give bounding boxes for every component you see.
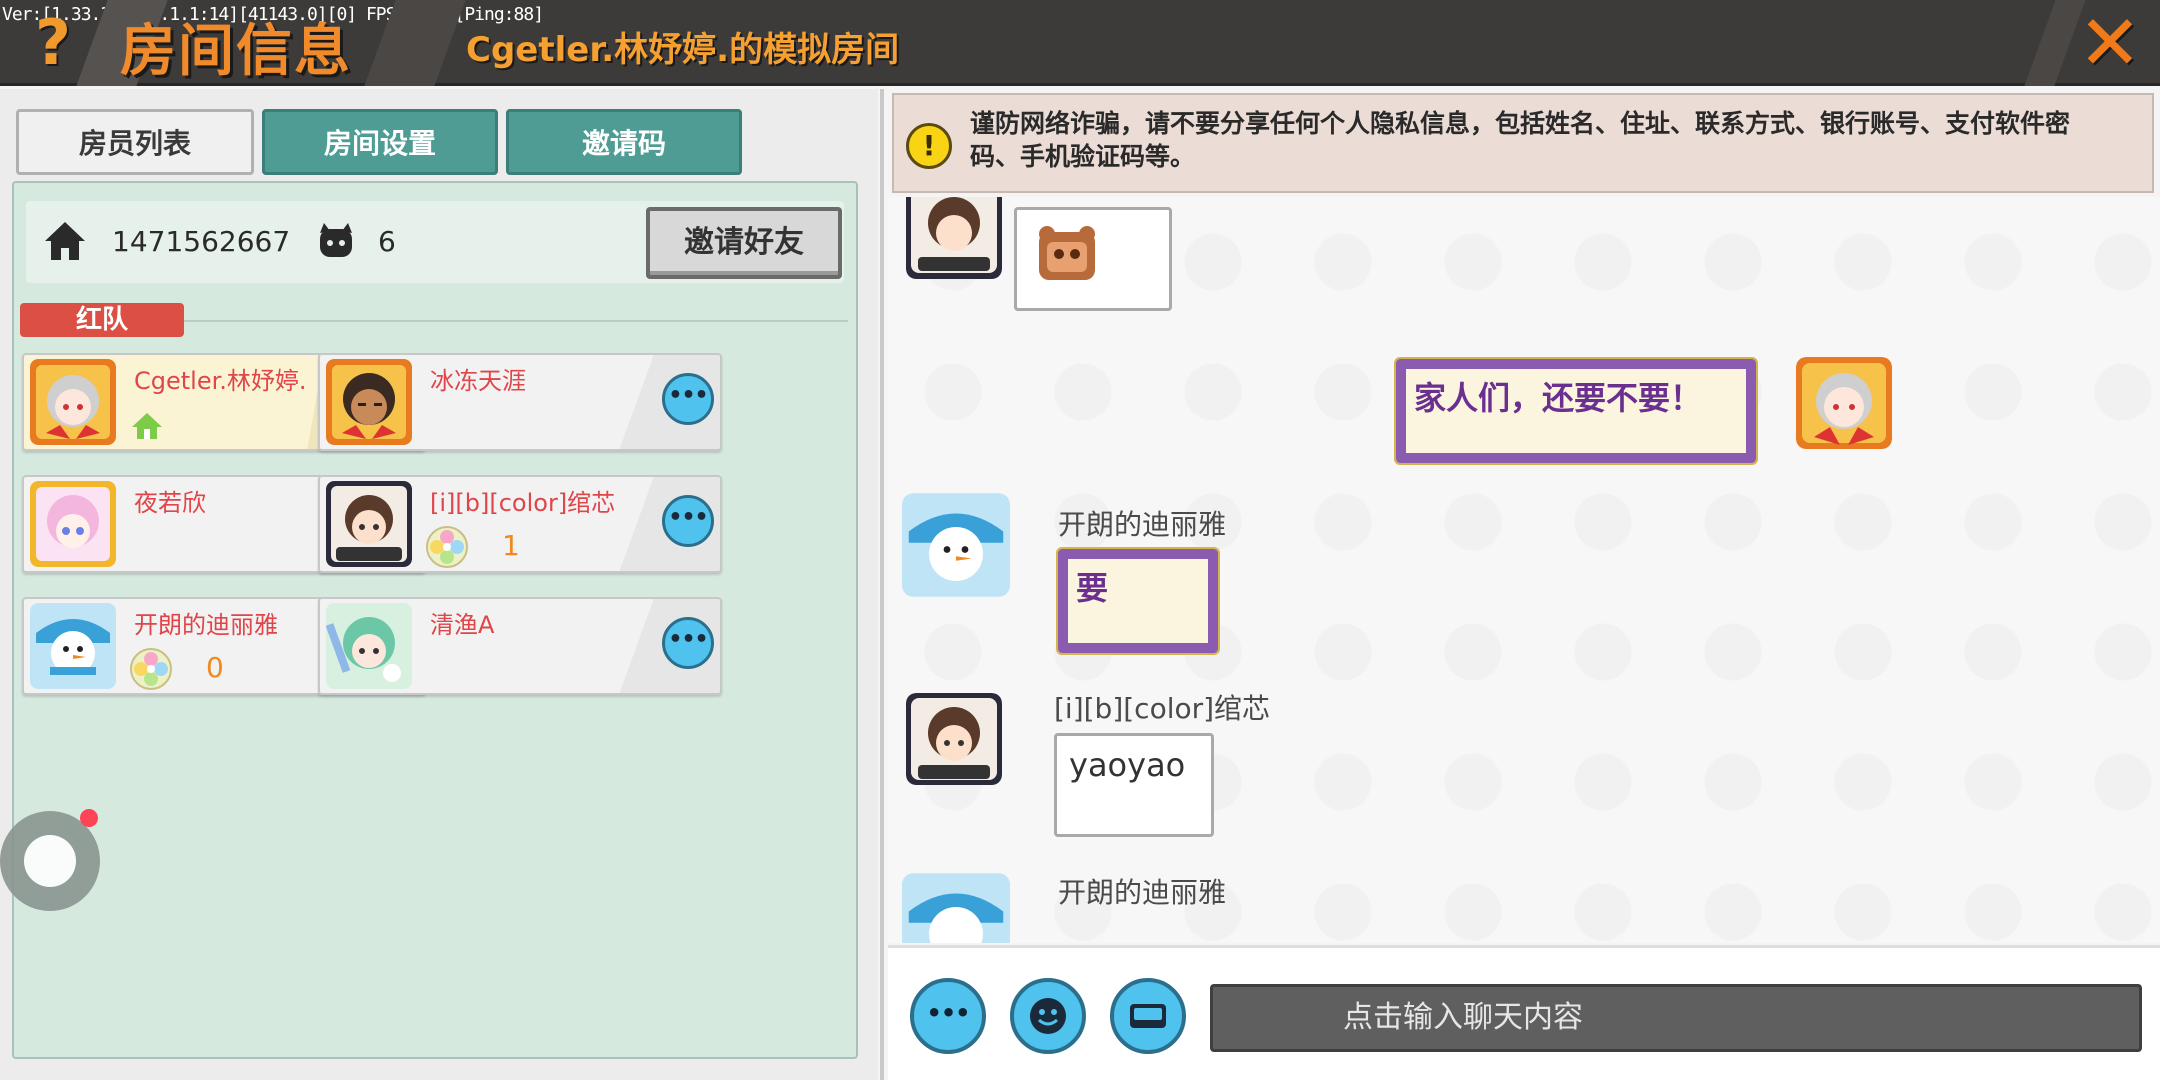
home-icon: [45, 222, 85, 260]
avatar: [906, 197, 1002, 279]
member-name: 开朗的迪丽雅: [134, 611, 278, 639]
divider: [184, 320, 848, 322]
room-id: 1471562667: [112, 225, 291, 258]
member-name: [i][b][color]绾芯: [430, 489, 616, 517]
fraud-warning-banner: ! 谨防网络诈骗，请不要分享任何个人隐私信息，包括姓名、住址、联系方式、银行账号…: [892, 93, 2154, 193]
help-button[interactable]: ?: [18, 8, 88, 78]
sender-name: 开朗的迪丽雅: [1058, 508, 1227, 541]
member-name: 冰冻天涯: [430, 367, 526, 395]
avatar: [326, 481, 412, 567]
more-options-button[interactable]: •••: [662, 617, 714, 669]
tab-room-settings[interactable]: 房间设置: [262, 109, 498, 175]
member-score: 0: [206, 651, 224, 684]
message-text: yaoyao: [1069, 746, 1186, 784]
people-icon: [320, 223, 352, 257]
member-name: 夜若欣: [134, 489, 206, 517]
bear-face-emoji: [1039, 226, 1095, 280]
message-text: 家人们，还要不要！: [1414, 379, 1703, 417]
keyboard-button[interactable]: [1110, 978, 1186, 1054]
sender-name: [i][b][color]绾芯: [1054, 692, 1271, 725]
avatar: [30, 603, 116, 689]
chat-bubble-self: 家人们，还要不要！: [1394, 357, 1758, 465]
tab-invite-code[interactable]: 邀请码: [506, 109, 742, 175]
emoji-button[interactable]: [1010, 978, 1086, 1054]
chat-bubble: yaoyao: [1054, 733, 1214, 837]
avatar: [326, 359, 412, 445]
avatar: [902, 873, 1010, 943]
member-list-panel: 1471562667 6 邀请好友 红队 Cgetler.林妤婷. 冰冻天涯 •…: [12, 181, 858, 1059]
avatar: [30, 359, 116, 445]
chat-bubble: 要: [1056, 547, 1220, 655]
flower-badge-icon: [426, 526, 468, 568]
room-name: Cgetler.林妤婷.的模拟房间: [466, 30, 900, 70]
team-label: 红队: [20, 303, 184, 337]
avatar: [30, 481, 116, 567]
member-name: 清渔A: [430, 611, 495, 639]
chat-input[interactable]: 点击输入聊天内容: [1210, 984, 2142, 1052]
left-panel: 房员列表 房间设置 邀请码 1471562667 6 邀请好友 红队 Cgetl…: [0, 89, 878, 1080]
notification-dot: [80, 809, 98, 827]
member-name: Cgetler.林妤婷.: [134, 367, 307, 395]
avatar: [326, 603, 412, 689]
page-title: 房间信息: [120, 19, 352, 84]
chat-input-bar: ••• 点击输入聊天内容: [888, 945, 2160, 1080]
chat-messages[interactable]: 家人们，还要不要！ 开朗的迪丽雅 要 [i][b][color]绾芯 yaoya…: [888, 197, 2160, 943]
message-text: 要: [1076, 569, 1109, 607]
chat-bubble: [1014, 207, 1172, 311]
avatar: [1796, 357, 1892, 449]
warning-icon: !: [906, 123, 952, 169]
more-options-button[interactable]: •••: [662, 495, 714, 547]
top-bar: Ver:[1.33.3][4.9.1.1:14][41143.0][0] FPS…: [0, 0, 2160, 86]
host-icon: [132, 413, 162, 439]
warning-text: 谨防网络诈骗，请不要分享任何个人隐私信息，包括姓名、住址、联系方式、银行账号、支…: [970, 109, 2071, 171]
more-button[interactable]: •••: [910, 978, 986, 1054]
invite-friends-button[interactable]: 邀请好友: [646, 207, 842, 279]
tab-member-list[interactable]: 房员列表: [16, 109, 254, 175]
sender-name: 开朗的迪丽雅: [1058, 876, 1227, 909]
member-score: 1: [502, 529, 520, 562]
room-info-row: 1471562667 6 邀请好友: [26, 201, 844, 283]
chat-panel: ! 谨防网络诈骗，请不要分享任何个人隐私信息，包括姓名、住址、联系方式、银行账号…: [880, 89, 2160, 1080]
emoji-icon: [1030, 998, 1066, 1034]
avatar: [906, 693, 1002, 785]
member-card[interactable]: 清渔A •••: [318, 597, 722, 695]
player-count: 6: [378, 225, 396, 258]
avatar: [902, 493, 1010, 597]
keyboard-icon: [1130, 1004, 1166, 1028]
member-card[interactable]: 冰冻天涯 •••: [318, 353, 722, 451]
flower-badge-icon: [130, 648, 172, 690]
member-card[interactable]: [i][b][color]绾芯 1 •••: [318, 475, 722, 573]
more-options-button[interactable]: •••: [662, 373, 714, 425]
close-button[interactable]: ✕: [2060, 0, 2160, 86]
